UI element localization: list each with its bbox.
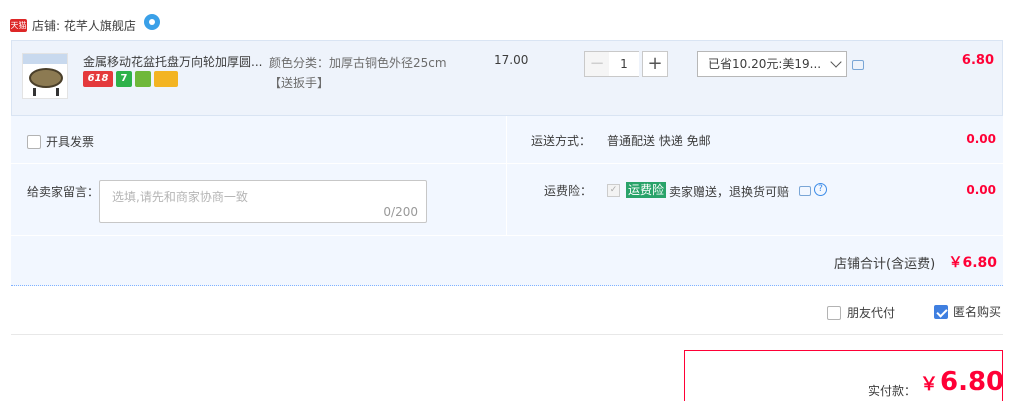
store-name-link[interactable]: 店铺: 花芊人旗舰店 — [32, 17, 136, 34]
pay-amount: ￥ 6.80 — [920, 367, 1004, 397]
invoice-label: 开具发票 — [46, 135, 95, 149]
promotion-select[interactable]: 已省10.20元:美19... — [697, 51, 847, 77]
wangwang-chat-icon[interactable] — [143, 14, 160, 30]
sku-color: 颜色分类：加厚古铜色外径25cm — [269, 56, 447, 70]
qty-input[interactable]: 1 — [609, 51, 639, 77]
pay-label: 实付款： — [868, 384, 917, 398]
invoice-checkbox[interactable] — [27, 134, 41, 149]
tmall-icon: 天猫 — [10, 18, 27, 32]
anonymous-option[interactable]: 匿名购买 — [934, 303, 1001, 320]
message-icon[interactable] — [852, 60, 864, 70]
store-total: ￥6.80 — [948, 255, 997, 271]
product-thumbnail[interactable] — [22, 53, 68, 99]
insurance-description: 卖家赠送，退换货可赔 — [669, 185, 790, 199]
help-icon[interactable]: ? — [814, 183, 827, 196]
store-header: 天猫 店铺: 花芊人旗舰店 — [10, 14, 160, 36]
memo-placeholder: 选填,请先和商家协商一致 — [112, 190, 248, 204]
pay-total: 6.80 — [940, 367, 1005, 397]
insurance-fee: 0.00 — [966, 183, 996, 197]
item-subtotal: 6.80 — [961, 53, 994, 68]
currency-symbol: ￥ — [920, 374, 938, 395]
section-divider — [11, 334, 1003, 335]
invoice-option[interactable]: 开具发票 — [27, 133, 94, 150]
chevron-down-icon — [830, 56, 842, 68]
promotion-value: 已省10.20元:美19... — [708, 57, 822, 71]
qty-increase-button[interactable]: + — [642, 51, 668, 77]
store-total-label: 店铺合计(含运费) — [834, 257, 936, 272]
friend-pay-checkbox[interactable] — [827, 305, 841, 320]
memo-label: 给卖家留言： — [27, 185, 100, 199]
shipping-fee: 0.00 — [966, 132, 996, 146]
insurance-badge: 运费险 — [626, 182, 667, 198]
service-tags: 618 7 — [83, 71, 178, 87]
credit-card-icon — [154, 71, 178, 87]
sku-gift: 【送扳手】 — [269, 76, 330, 90]
memo-char-count: 0/200 — [383, 205, 418, 219]
friend-pay-option[interactable]: 朋友代付 — [827, 304, 895, 321]
insurance-checkbox: ✓ — [607, 184, 620, 197]
insurance-label: 运费险： — [544, 184, 593, 198]
anonymous-checkbox[interactable] — [934, 304, 948, 319]
order-item-row: 金属移动花盆托盘万向轮加厚圆... 618 7 颜色分类：加厚古铜色外径25cm… — [11, 40, 1003, 116]
product-title-link[interactable]: 金属移动花盆托盘万向轮加厚圆... — [83, 53, 265, 70]
qty-decrease-button[interactable]: − — [584, 51, 610, 77]
sku-info: 颜色分类：加厚古铜色外径25cm 【送扳手】 — [269, 53, 447, 93]
promo-618-icon: 618 — [83, 71, 113, 87]
seller-memo-input[interactable]: 选填,请先和商家协商一致 0/200 — [99, 180, 427, 223]
payment-guarantee-icon — [135, 71, 151, 87]
unit-price: 17.00 — [494, 53, 529, 67]
quantity-stepper: − 1 + — [584, 51, 668, 77]
shipping-label: 运送方式： — [531, 134, 592, 148]
friend-pay-label: 朋友代付 — [847, 306, 896, 320]
panel-divider — [506, 116, 507, 236]
shipping-method: 普通配送 快递 免邮 — [607, 134, 711, 148]
panel-divider — [11, 163, 1003, 164]
anonymous-label: 匿名购买 — [953, 305, 1002, 319]
message-icon[interactable] — [799, 186, 811, 196]
panel-divider — [11, 235, 1003, 236]
seven-day-return-icon: 7 — [116, 71, 132, 87]
